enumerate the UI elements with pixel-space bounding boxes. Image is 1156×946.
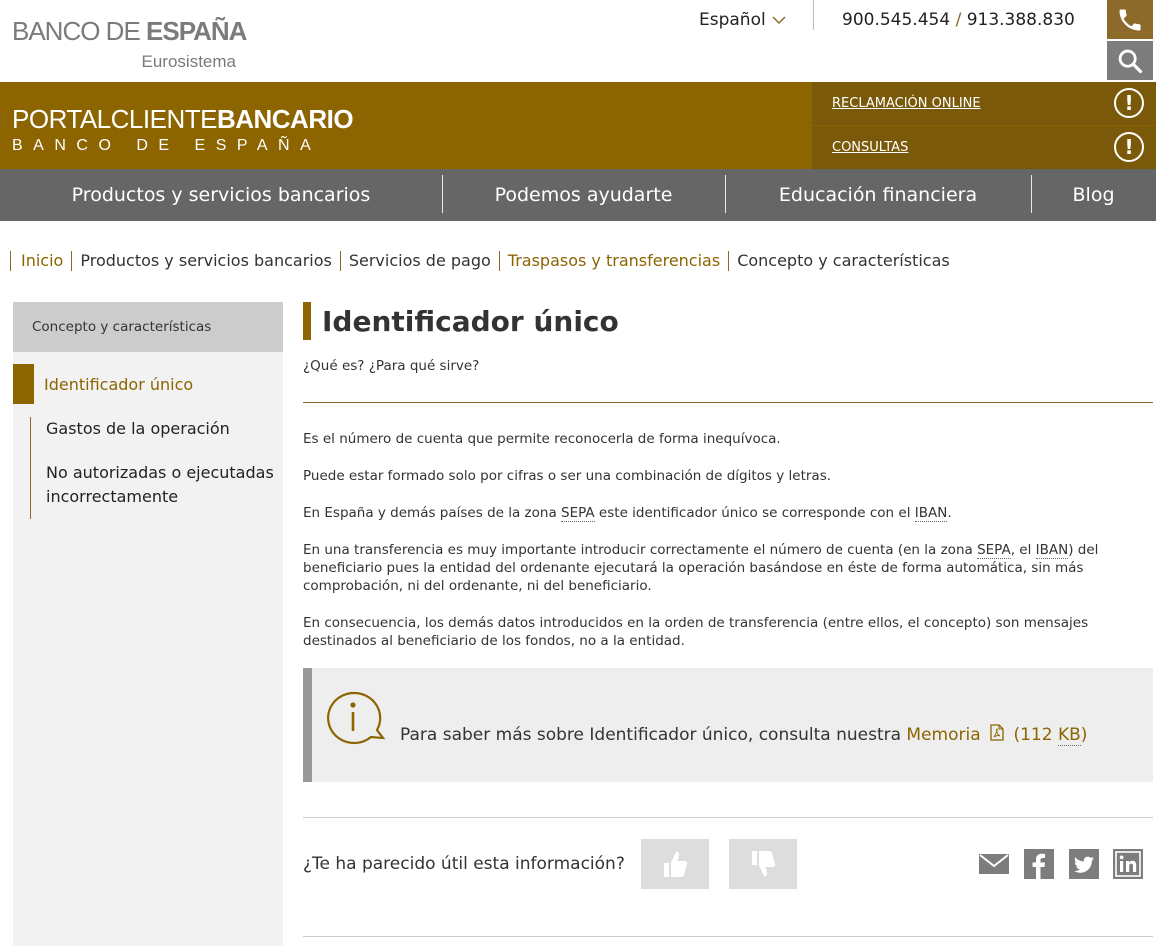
breadcrumb-traspasos[interactable]: Traspasos y transferencias bbox=[498, 251, 728, 271]
thumbs-up-button[interactable] bbox=[641, 839, 709, 889]
feedback-divider-top bbox=[303, 817, 1153, 818]
info-box: Para saber más sobre Identificador único… bbox=[303, 668, 1153, 782]
exclamation-icon: ! bbox=[1114, 132, 1144, 162]
nav-blog[interactable]: Blog bbox=[1031, 169, 1156, 221]
file-size-close: ) bbox=[1080, 725, 1088, 745]
sidebar-item-identificador: Identificador único bbox=[44, 374, 194, 394]
info-message: Para saber más sobre Identificador único… bbox=[400, 725, 907, 745]
paragraph-5: En consecuencia, los demás datos introdu… bbox=[303, 615, 1089, 649]
breadcrumb: Inicio Productos y servicios bancarios S… bbox=[10, 251, 958, 271]
p4-text-a: En una transferencia es muy importante i… bbox=[303, 542, 978, 558]
portal-cliente-bancario-logo[interactable]: PORTALCLIENTEBANCARIO BANCO DE ESPAÑA bbox=[12, 104, 354, 155]
email-icon bbox=[979, 854, 1009, 874]
paragraph-4: En una transferencia es muy importante i… bbox=[303, 541, 1133, 595]
paragraph-1: Es el número de cuenta que permite recon… bbox=[303, 431, 781, 447]
info-text: Para saber más sobre Identificador único… bbox=[400, 724, 1087, 746]
language-label: Español bbox=[699, 10, 766, 30]
portal-logo-line2: BANCO DE ESPAÑA bbox=[12, 137, 322, 154]
feedback-question: ¿Te ha parecido útil esta información? bbox=[303, 854, 625, 874]
sidebar: Concepto y características Identificador… bbox=[13, 302, 283, 946]
memoria-link[interactable]: Memoria bbox=[906, 725, 980, 745]
breadcrumb-current: Concepto y características bbox=[728, 251, 958, 271]
phone-icon bbox=[1119, 9, 1141, 30]
p4-text-b: , el bbox=[1010, 542, 1036, 558]
language-selector[interactable]: Español bbox=[699, 10, 786, 30]
logo-text-a: BANCO DE bbox=[12, 16, 147, 46]
main-content: Identificador único ¿Qué es? ¿Para qué s… bbox=[303, 302, 1153, 937]
file-size-open: (112 bbox=[1013, 725, 1058, 745]
paragraph-3: En España y demás países de la zona SEPA… bbox=[303, 504, 1133, 522]
paragraph-2: Puede estar formado solo por cifras o se… bbox=[303, 468, 832, 484]
breadcrumb-inicio[interactable]: Inicio bbox=[10, 251, 71, 271]
phone-button[interactable] bbox=[1107, 0, 1153, 39]
abbr-sepa[interactable]: SEPA bbox=[561, 505, 595, 522]
chevron-down-icon bbox=[772, 15, 786, 24]
title-accent bbox=[303, 302, 311, 340]
portal-bar: PORTALCLIENTEBANCARIO BANCO DE ESPAÑA RE… bbox=[0, 82, 1156, 169]
p3-text-b: este identificador único se corresponde … bbox=[594, 505, 915, 521]
facebook-icon bbox=[1024, 849, 1054, 879]
portal-quick-links: RECLAMACIÓN ONLINE ! CONSULTAS ! bbox=[812, 82, 1156, 169]
main-navigation: Productos y servicios bancarios Podemos … bbox=[0, 169, 1156, 221]
portal-logo-line1: PORTALCLIENTEBANCARIO bbox=[12, 104, 354, 135]
share-twitter-button[interactable] bbox=[1069, 849, 1099, 879]
consultas-link[interactable]: CONSULTAS bbox=[832, 140, 908, 155]
portal-logo-c: BANCARIO bbox=[216, 104, 354, 134]
nav-educacion-financiera[interactable]: Educación financiera bbox=[725, 169, 1031, 221]
linkedin-icon bbox=[1113, 849, 1143, 879]
logo-subtitle: Eurosistema bbox=[141, 52, 236, 71]
feedback-divider-bottom bbox=[303, 936, 1153, 937]
phone-number-2[interactable]: 913.388.830 bbox=[967, 10, 1075, 30]
phone-number-1[interactable]: 900.545.454 bbox=[842, 10, 950, 30]
phone-numbers: 900.545.454 / 913.388.830 bbox=[842, 10, 1075, 30]
sidebar-item-no-autorizadas[interactable]: No autorizadas o ejecutadas incorrectame… bbox=[46, 461, 280, 519]
nav-productos-servicios[interactable]: Productos y servicios bancarios bbox=[0, 169, 442, 221]
pdf-icon bbox=[990, 724, 1004, 741]
thumbs-down-icon bbox=[752, 851, 776, 877]
search-button[interactable] bbox=[1107, 41, 1153, 80]
thumbs-up-icon bbox=[664, 851, 688, 877]
nav-podemos-ayudarte[interactable]: Podemos ayudarte bbox=[442, 169, 725, 221]
page-title: Identificador único bbox=[322, 304, 619, 338]
sidebar-list: Gastos de la operación No autorizadas o … bbox=[30, 417, 280, 519]
sidebar-heading[interactable]: Concepto y características bbox=[13, 302, 283, 352]
phone-separator: / bbox=[955, 10, 962, 30]
header-divider bbox=[813, 0, 814, 30]
banco-de-espana-logo[interactable]: BANCO DE ESPAÑA Eurosistema bbox=[12, 16, 247, 72]
page-title-wrap: Identificador único bbox=[303, 302, 1153, 340]
info-box-accent bbox=[303, 668, 312, 782]
logo-text-b: ESPAÑA bbox=[146, 16, 247, 46]
sidebar-item-gastos[interactable]: Gastos de la operación bbox=[46, 417, 280, 441]
p3-text-a: En España y demás países de la zona bbox=[303, 505, 562, 521]
abbr-iban[interactable]: IBAN bbox=[1035, 542, 1069, 559]
share-facebook-button[interactable] bbox=[1024, 849, 1054, 879]
top-header: BANCO DE ESPAÑA Eurosistema Español 900.… bbox=[0, 0, 1156, 82]
search-icon bbox=[1118, 49, 1143, 73]
p3-text-c: . bbox=[947, 505, 952, 521]
abbr-sepa[interactable]: SEPA bbox=[977, 542, 1011, 559]
portal-logo-a: PORTAL bbox=[12, 104, 111, 134]
abbr-iban[interactable]: IBAN bbox=[914, 505, 948, 522]
divider bbox=[303, 402, 1153, 403]
twitter-icon bbox=[1069, 849, 1099, 879]
reclamacion-online-row[interactable]: RECLAMACIÓN ONLINE ! bbox=[812, 82, 1156, 125]
exclamation-icon: ! bbox=[1114, 88, 1144, 118]
page-subtitle: ¿Qué es? ¿Para qué sirve? bbox=[303, 358, 480, 374]
share-email-button[interactable] bbox=[979, 849, 1009, 879]
active-indicator bbox=[13, 364, 34, 404]
thumbs-down-button[interactable] bbox=[729, 839, 797, 889]
share-linkedin-button[interactable] bbox=[1113, 849, 1143, 879]
breadcrumb-servicios-pago[interactable]: Servicios de pago bbox=[339, 251, 499, 271]
reclamacion-online-link[interactable]: RECLAMACIÓN ONLINE bbox=[832, 96, 981, 111]
breadcrumb-productos[interactable]: Productos y servicios bancarios bbox=[71, 251, 340, 271]
abbr-kb: KB bbox=[1057, 725, 1081, 746]
sidebar-item-active[interactable]: Identificador único bbox=[13, 364, 283, 404]
logo-title: BANCO DE ESPAÑA bbox=[12, 16, 247, 47]
file-size: (112 KB) bbox=[1013, 725, 1087, 746]
consultas-row[interactable]: CONSULTAS ! bbox=[812, 126, 1156, 169]
info-speech-bubble-icon bbox=[327, 691, 386, 745]
portal-logo-b: CLIENTE bbox=[110, 104, 218, 134]
